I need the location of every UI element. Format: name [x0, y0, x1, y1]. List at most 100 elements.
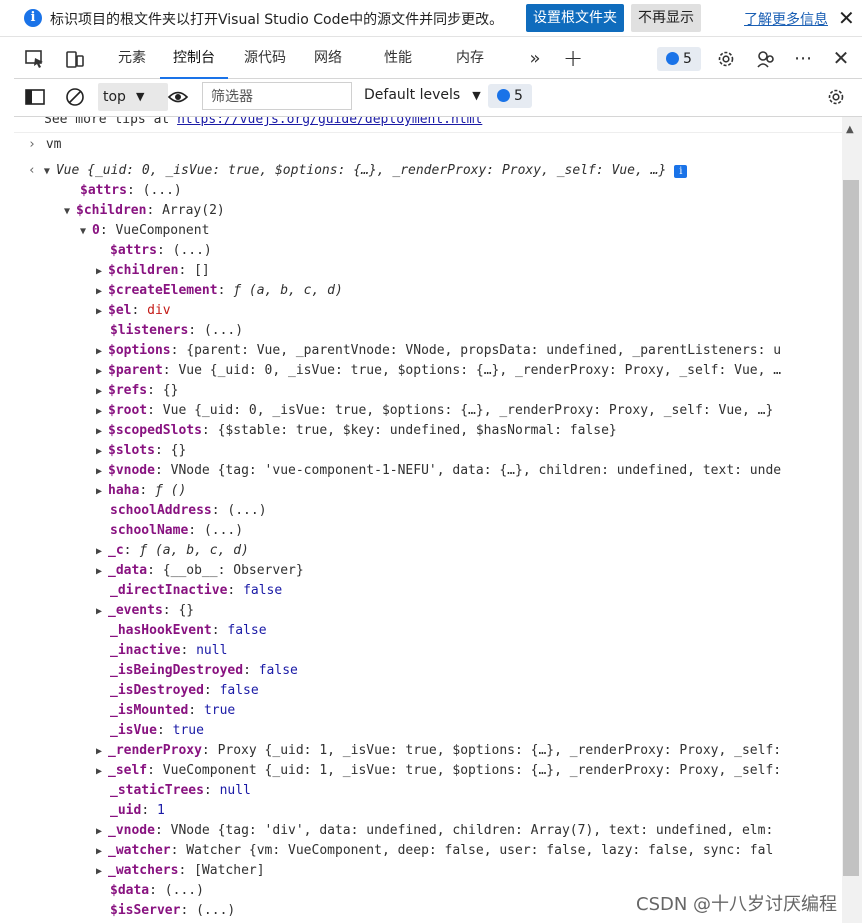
context-selector[interactable]: top ▼ [98, 83, 168, 111]
info-badge-icon[interactable]: i [674, 165, 688, 178]
device-emulation-icon[interactable] [64, 48, 86, 70]
expand-triangle-icon[interactable]: ▶ [96, 742, 108, 762]
new-tab-icon[interactable]: + [560, 40, 586, 77]
clear-console-icon[interactable] [64, 86, 86, 108]
settings-icon[interactable] [715, 48, 737, 70]
property-key: _c [108, 543, 124, 558]
expand-triangle-icon[interactable]: ▶ [96, 262, 108, 282]
property-row[interactable]: ▶ $children: [] [96, 261, 210, 281]
expand-triangle-icon[interactable]: ▶ [96, 862, 108, 882]
console-settings-icon[interactable] [825, 86, 847, 108]
expand-triangle-icon[interactable]: ▶ [96, 562, 108, 582]
property-row[interactable]: ▼ $children: Array(2) [64, 201, 225, 221]
property-row: _hasHookEvent: false [110, 623, 267, 638]
filter-input[interactable]: 筛选器 [202, 82, 352, 110]
toggle-sidebar-icon[interactable] [24, 87, 46, 107]
live-expression-eye-icon[interactable] [167, 87, 189, 107]
property-row[interactable]: ▶ _watcher: Watcher {vm: VueComponent, de… [96, 841, 773, 861]
property-key: $listeners [110, 323, 189, 338]
property-row[interactable]: ▶ $options: {parent: Vue, _parentVnode: V… [96, 341, 781, 361]
tab-network[interactable]: 网络 [302, 40, 354, 77]
console-toolbar: top ▼ 筛选器 Default levels ▼ 5 [14, 79, 862, 117]
property-row[interactable]: ▶ $root: Vue {_uid: 0, _isVue: true, $opt… [96, 401, 773, 421]
property-row[interactable]: ▶ $el: div [96, 301, 171, 321]
property-row: $attrs: (...) [80, 183, 182, 198]
expand-triangle-icon[interactable]: ▶ [96, 462, 108, 482]
inspect-element-icon[interactable] [24, 48, 46, 70]
property-row[interactable]: ▶ haha: ƒ () [96, 481, 186, 501]
property-row[interactable]: ▶ $scopedSlots: {$stable: true, $key: und… [96, 421, 617, 441]
property-row: _isBeingDestroyed: false [110, 663, 298, 678]
message-icon [666, 52, 679, 65]
expand-triangle-icon[interactable]: ▶ [96, 822, 108, 842]
console-input-text: vm [45, 137, 62, 152]
expand-triangle-icon[interactable]: ▶ [96, 302, 108, 322]
issues-badge[interactable]: 5 [657, 47, 701, 71]
property-row[interactable]: ▶ _c: ƒ (a, b, c, d) [96, 541, 249, 561]
tab-elements[interactable]: 元素 [106, 40, 158, 77]
property-row[interactable]: ▶ _renderProxy: Proxy {_uid: 1, _isVue: t… [96, 741, 781, 761]
close-icon[interactable]: ✕ [838, 6, 855, 30]
property-row: _isDestroyed: false [110, 683, 259, 698]
tip-link[interactable]: https://vuejs.org/guide/deployment.html [177, 117, 482, 127]
scroll-up-icon[interactable]: ▲ [846, 124, 854, 135]
expand-triangle-icon[interactable]: ▶ [96, 442, 108, 462]
collapse-triangle-icon[interactable]: ▼ [80, 222, 92, 242]
tab-memory[interactable]: 内存 [444, 40, 496, 77]
property-value: VNode {tag: 'div', data: undefined, chil… [170, 823, 774, 838]
expand-triangle-icon[interactable]: ▶ [96, 422, 108, 442]
property-row[interactable]: ▶ $slots: {} [96, 441, 186, 461]
property-row[interactable]: ▶ $parent: Vue {_uid: 0, _isVue: true, $o… [96, 361, 781, 381]
property-row[interactable]: ▶ _vnode: VNode {tag: 'div', data: undefi… [96, 821, 773, 841]
more-tabs-icon[interactable]: » [522, 40, 548, 77]
property-row[interactable]: ▶ $createElement: ƒ (a, b, c, d) [96, 281, 343, 301]
console-issues-badge[interactable]: 5 [488, 84, 532, 108]
tab-console[interactable]: 控制台 [160, 40, 228, 79]
property-value: Watcher {vm: VueComponent, deep: false, … [186, 843, 774, 858]
property-value: ƒ (a, b, c, d) [233, 283, 343, 298]
expand-triangle-icon[interactable]: ▶ [96, 342, 108, 362]
property-row[interactable]: ▶ _events: {} [96, 601, 194, 621]
devtools-tab-bar: 元素 控制台 源代码 网络 性能 内存 » + 5 ⋯ ✕ [14, 40, 862, 79]
expand-triangle-icon[interactable]: ▶ [96, 362, 108, 382]
log-levels-dropdown[interactable]: Default levels ▼ [364, 87, 481, 103]
close-devtools-icon[interactable]: ✕ [828, 40, 854, 77]
property-value: false [227, 623, 267, 638]
tip-text: See more tips at [44, 117, 178, 127]
property-key: $slots [108, 443, 155, 458]
set-root-folder-button[interactable]: 设置根文件夹 [526, 4, 624, 32]
expand-triangle-icon[interactable]: ▶ [96, 542, 108, 562]
property-row[interactable]: ▶ $refs: {} [96, 381, 178, 401]
more-options-icon[interactable]: ⋯ [790, 40, 816, 77]
expand-triangle-icon[interactable]: ▶ [96, 482, 108, 502]
property-key: _inactive [110, 643, 181, 658]
expand-triangle-icon[interactable]: ▶ [96, 402, 108, 422]
property-row[interactable]: ▶ $vnode: VNode {tag: 'vue-component-1-NE… [96, 461, 781, 481]
customize-icon[interactable] [755, 48, 777, 70]
property-value: {__ob__: Observer} [162, 563, 304, 578]
property-key: _hasHookEvent [110, 623, 212, 638]
property-row[interactable]: ▶ _watchers: [Watcher] [96, 861, 265, 881]
expand-triangle-icon[interactable]: ▶ [96, 762, 108, 782]
property-key: _directInactive [110, 583, 228, 598]
expand-triangle-icon[interactable]: ▶ [96, 602, 108, 622]
tab-sources[interactable]: 源代码 [236, 40, 294, 77]
dont-show-again-button[interactable]: 不再显示 [631, 4, 701, 32]
info-icon: i [24, 9, 42, 27]
property-row[interactable]: ▶ _data: {__ob__: Observer} [96, 561, 304, 581]
collapse-triangle-icon[interactable]: ▼ [64, 202, 76, 222]
scrollbar-thumb[interactable] [843, 180, 859, 876]
property-row[interactable]: ▼ 0: VueComponent [80, 221, 209, 241]
vue-object-summary[interactable]: ‹ ▼ Vue {_uid: 0, _isVue: true, $options: … [28, 161, 688, 182]
property-value: div [147, 303, 171, 318]
learn-more-link[interactable]: 了解更多信息 [744, 9, 828, 29]
expand-triangle-icon[interactable]: ▶ [96, 282, 108, 302]
expand-triangle-icon[interactable]: ▶ [96, 842, 108, 862]
property-value: null [196, 643, 228, 658]
property-row: $listeners: (...) [110, 323, 244, 338]
property-value: {} [178, 603, 195, 618]
tab-performance[interactable]: 性能 [372, 40, 424, 77]
expand-triangle-icon[interactable]: ▼ [44, 162, 56, 182]
property-row[interactable]: ▶ _self: VueComponent {_uid: 1, _isVue: t… [96, 761, 781, 781]
expand-triangle-icon[interactable]: ▶ [96, 382, 108, 402]
